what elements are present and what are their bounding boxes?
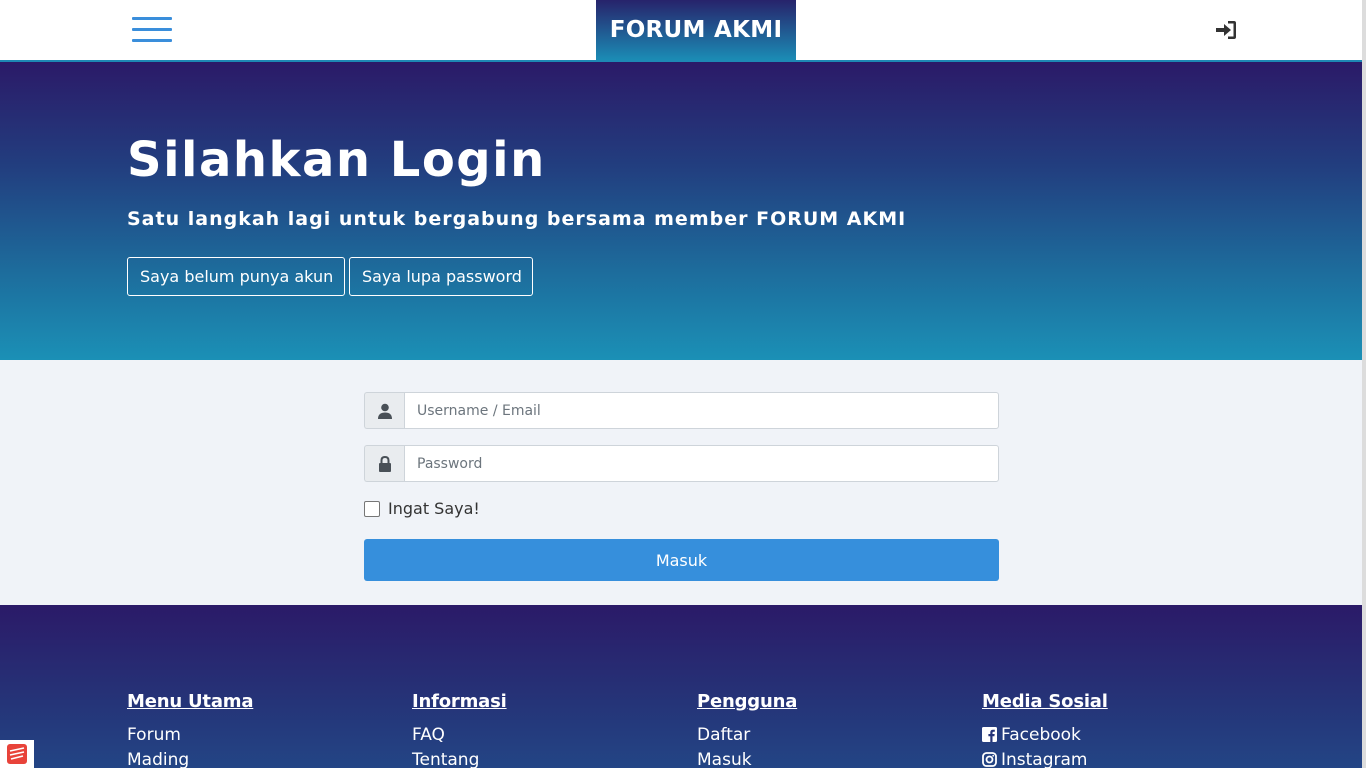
brand-logo[interactable]: FORUM AKMI — [596, 0, 796, 60]
navbar: FORUM AKMI — [0, 0, 1362, 62]
footer-column-media-sosial: Media Sosial Facebook Instagram — [982, 691, 1108, 768]
footer: Menu Utama Forum Mading Informasi FAQ Te… — [0, 605, 1362, 768]
hero-banner: Silahkan Login Satu langkah lagi untuk b… — [0, 62, 1362, 360]
footer-heading: Menu Utama — [127, 691, 254, 712]
password-input[interactable] — [404, 445, 999, 482]
page-title: Silahkan Login — [127, 132, 546, 188]
hamburger-menu-icon[interactable] — [132, 17, 172, 43]
footer-column-pengguna: Pengguna Daftar Masuk — [697, 691, 797, 768]
sign-in-icon[interactable] — [1214, 19, 1238, 41]
remember-me: Ingat Saya! — [364, 499, 480, 518]
scrollbar[interactable] — [1362, 0, 1366, 768]
extension-badge-icon[interactable] — [0, 740, 34, 768]
user-icon — [364, 392, 404, 429]
username-input-group — [364, 392, 999, 429]
register-button[interactable]: Saya belum punya akun — [127, 257, 345, 296]
footer-link-forum[interactable]: Forum — [127, 722, 253, 747]
footer-heading: Informasi — [412, 691, 507, 712]
footer-link-instagram-label: Instagram — [1001, 749, 1088, 768]
footer-link-facebook-label: Facebook — [1001, 724, 1081, 745]
password-input-group — [364, 445, 999, 482]
footer-heading: Media Sosial — [982, 691, 1108, 712]
footer-link-instagram[interactable]: Instagram — [982, 747, 1108, 768]
footer-link-masuk[interactable]: Masuk — [697, 747, 797, 768]
footer-link-faq[interactable]: FAQ — [412, 722, 507, 747]
footer-link-mading[interactable]: Mading — [127, 747, 253, 768]
footer-column-menu-utama: Menu Utama Forum Mading — [127, 691, 253, 768]
footer-link-tentang[interactable]: Tentang — [412, 747, 507, 768]
page-subtitle: Satu langkah lagi untuk bergabung bersam… — [127, 208, 907, 230]
login-form: Ingat Saya! Masuk — [0, 360, 1362, 605]
footer-link-facebook[interactable]: Facebook — [982, 722, 1108, 747]
lock-icon — [364, 445, 404, 482]
footer-link-daftar[interactable]: Daftar — [697, 722, 797, 747]
footer-heading: Pengguna — [697, 691, 798, 712]
remember-label[interactable]: Ingat Saya! — [388, 499, 480, 518]
forgot-password-button[interactable]: Saya lupa password — [349, 257, 533, 296]
instagram-icon — [982, 752, 997, 767]
footer-column-informasi: Informasi FAQ Tentang — [412, 691, 507, 768]
username-input[interactable] — [404, 392, 999, 429]
facebook-icon — [982, 727, 997, 742]
remember-checkbox[interactable] — [364, 500, 380, 517]
login-submit-button[interactable]: Masuk — [364, 539, 999, 581]
